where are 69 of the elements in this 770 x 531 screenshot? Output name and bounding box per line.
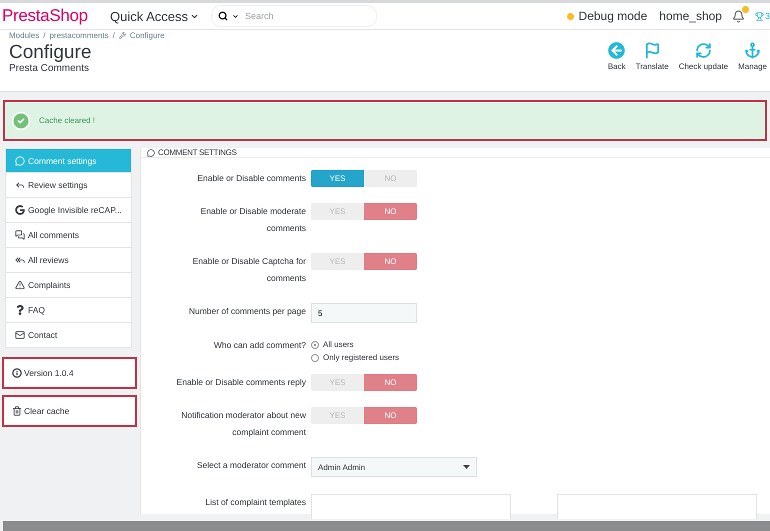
question-mark-icon — [15, 305, 25, 315]
reply-all-arrow-icon — [15, 255, 25, 265]
speech-bubble-icon — [15, 156, 25, 166]
alert-message: Cache cleared ! — [39, 116, 96, 125]
sidebar-tab[interactable]: Review settings — [5, 173, 132, 198]
warning-icon — [15, 280, 25, 290]
check-circle-icon — [11, 110, 31, 130]
field-label: Enable or Disable Captcha for comments — [192, 255, 306, 285]
clear-cache-button[interactable]: Clear cache — [2, 395, 137, 427]
no-option[interactable]: NO — [364, 407, 417, 424]
info-icon — [12, 368, 22, 378]
no-option[interactable]: NO — [364, 253, 417, 270]
search-field[interactable]: Search — [211, 5, 378, 27]
version-info[interactable]: Version 1.0.4 — [2, 357, 137, 389]
quick-access-menu[interactable]: Quick Access — [110, 8, 200, 24]
radio-button[interactable] — [311, 354, 319, 362]
caret-icon — [232, 12, 240, 20]
field-label: Notification moderator about new complaint comment — [180, 409, 306, 439]
breadcrumb-separator: / — [43, 31, 46, 40]
field-label: Select a moderator comment — [196, 459, 306, 472]
speech-bubbles-icon — [15, 230, 25, 240]
page-subtitle: Presta Comments — [9, 63, 90, 74]
field-label: Enable or Disable comments — [196, 172, 306, 185]
breadcrumb-separator: / — [112, 31, 115, 40]
trash-icon — [12, 406, 22, 416]
page-title: Configure — [9, 43, 92, 63]
field-label: Number of comments per page — [188, 305, 306, 318]
sidebar-tab[interactable]: FAQ — [5, 298, 132, 323]
flag-icon — [644, 42, 661, 59]
search-input[interactable]: Search — [243, 10, 358, 22]
prestashop-logo[interactable]: PrestaShop — [2, 6, 110, 26]
radio-option[interactable]: Only registered users — [311, 353, 400, 362]
no-option[interactable]: NO — [364, 374, 417, 391]
envelope-icon — [15, 330, 25, 340]
radio-button[interactable] — [311, 340, 319, 348]
breadcrumb-link[interactable]: Configure — [130, 31, 165, 40]
sidebar-tab[interactable]: All comments — [5, 223, 132, 248]
anchor-icon — [744, 42, 762, 59]
debug-mode-text: Debug mode — [578, 9, 648, 23]
google-g-icon — [15, 205, 25, 215]
no-option[interactable]: NO — [364, 203, 417, 220]
number-input-field[interactable]: 5 — [311, 303, 417, 323]
breadcrumb-link[interactable]: Modules — [9, 31, 40, 40]
field-label: Enable or Disable comments reply — [176, 376, 306, 389]
toolbar-action-button[interactable]: Check update — [676, 42, 730, 91]
radio-option[interactable]: All users — [311, 340, 400, 349]
shop-name-link[interactable]: home_shop — [659, 9, 722, 23]
panel-heading: COMMENT SETTINGS — [141, 148, 770, 158]
sidebar-tab[interactable]: Google Invisible reCAP... — [5, 198, 132, 223]
field-label: Who can add comment? — [212, 339, 306, 352]
toolbar-action-button[interactable]: Back — [606, 42, 628, 91]
select-dropdown[interactable]: Admin Admin — [311, 457, 477, 477]
toolbar-action-button[interactable]: Manage — [736, 42, 769, 91]
wrench-icon — [118, 32, 126, 39]
field-label: List of complaint templates — [204, 496, 306, 509]
refresh-icon — [694, 42, 712, 59]
back-arrow-icon — [608, 42, 626, 59]
speech-bubble-icon — [147, 148, 155, 156]
yes-option[interactable]: YES — [311, 170, 364, 187]
reply-arrow-icon — [15, 180, 25, 190]
sidebar-tab[interactable]: Contact — [5, 323, 132, 348]
field-label: Enable or Disable moderate comments — [200, 205, 306, 235]
sidebar-tab[interactable]: All reviews — [5, 248, 132, 273]
search-icon — [218, 11, 228, 21]
debug-status-dot — [566, 12, 574, 20]
sidebar-tab[interactable]: Complaints — [5, 273, 132, 298]
caret-icon — [463, 465, 470, 469]
toolbar-action-button[interactable]: Translate — [634, 42, 671, 91]
breadcrumb-link[interactable]: prestacomments — [49, 31, 109, 40]
